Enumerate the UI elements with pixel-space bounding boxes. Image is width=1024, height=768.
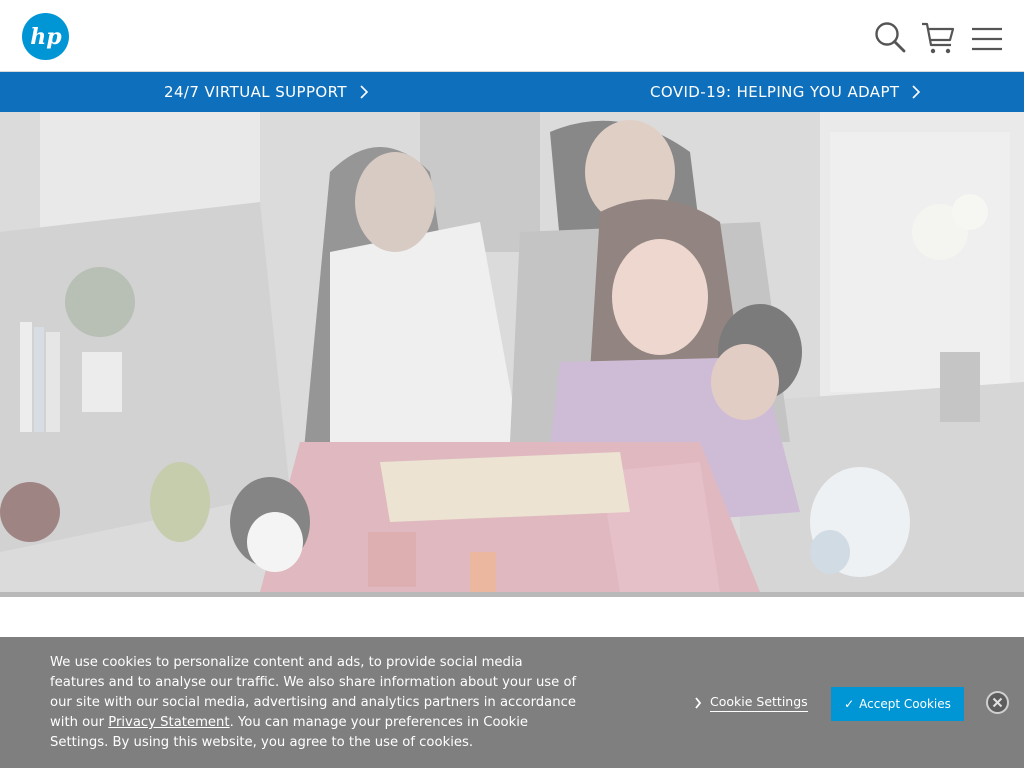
close-banner-button[interactable]: [986, 691, 1009, 714]
cookie-settings-button[interactable]: Cookie Settings: [694, 694, 808, 712]
covid-adapt-link[interactable]: COVID-19: HELPING YOU ADAPT: [650, 72, 921, 112]
hero-bottom-strip: [0, 592, 1024, 597]
chevron-right-icon: [360, 85, 369, 99]
hero-image: [0, 112, 1024, 592]
covid-adapt-label: COVID-19: HELPING YOU ADAPT: [650, 83, 900, 101]
cookie-settings-label: Cookie Settings: [710, 694, 808, 712]
cart-icon[interactable]: [920, 20, 956, 56]
chevron-right-icon: [912, 85, 921, 99]
virtual-support-label: 24/7 VIRTUAL SUPPORT: [164, 83, 347, 101]
accept-cookies-label: Accept Cookies: [859, 697, 951, 711]
accept-cookies-button[interactable]: ✓ Accept Cookies: [831, 687, 964, 721]
close-icon: [992, 697, 1003, 708]
check-icon: ✓: [844, 697, 855, 711]
chevron-right-icon: [695, 697, 702, 709]
menu-icon[interactable]: [969, 20, 1005, 56]
promo-bar: 24/7 VIRTUAL SUPPORT COVID-19: HELPING Y…: [0, 72, 1024, 112]
virtual-support-link[interactable]: 24/7 VIRTUAL SUPPORT: [164, 72, 369, 112]
search-icon[interactable]: [873, 20, 909, 56]
privacy-statement-link[interactable]: Privacy Statement: [108, 715, 229, 730]
cookie-message: We use cookies to personalize content an…: [50, 653, 580, 753]
hp-logo-icon: hp: [30, 24, 62, 50]
hero-family-illustration: [0, 112, 1024, 592]
hp-logo[interactable]: hp: [22, 13, 69, 60]
cookie-banner: We use cookies to personalize content an…: [0, 637, 1024, 768]
site-header: hp: [0, 0, 1024, 72]
svg-text:hp: hp: [30, 24, 62, 50]
